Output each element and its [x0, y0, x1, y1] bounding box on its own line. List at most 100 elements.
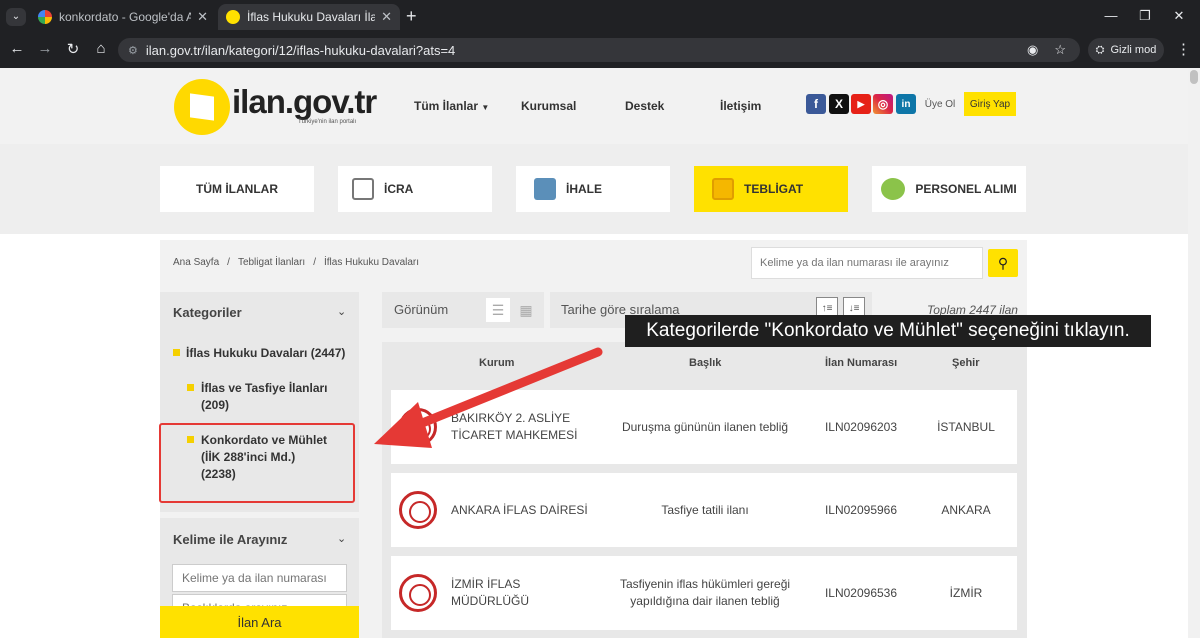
category-personel[interactable]: PERSONEL ALIMI [872, 166, 1026, 212]
instruction-tooltip: Kategorilerde "Konkordato ve Mühlet" seç… [625, 315, 1151, 347]
category-label: PERSONEL ALIMI [915, 182, 1017, 196]
row-baslik: Tasfiyenin iflas hükümleri gereği yapıld… [619, 577, 791, 608]
tab-list-button[interactable]: ⌄ [6, 8, 26, 26]
facebook-icon[interactable]: f [806, 94, 826, 114]
nav-iletisim[interactable]: İletişim [720, 99, 761, 113]
chevron-down-icon[interactable]: ⌄ [337, 305, 346, 318]
restore-icon[interactable]: ❐ [1130, 8, 1160, 24]
incognito-badge[interactable]: ⛭ Gizli mod [1088, 38, 1164, 62]
x-twitter-icon[interactable]: X [829, 94, 849, 114]
institution-seal-icon [399, 491, 437, 529]
category-sublabel: (İİK 288'inci Md.) [201, 450, 296, 464]
browser-menu-icon[interactable]: ⋮ [1176, 40, 1191, 58]
category-tebligat[interactable]: TEBLİGAT [694, 166, 848, 212]
page-scrollbar[interactable] [1188, 68, 1200, 638]
row-sehir: İZMİR [949, 585, 983, 600]
breadcrumb-separator: / [227, 257, 230, 268]
ilan-favicon-icon [226, 10, 240, 24]
table-row[interactable]: ANKARA İFLAS DAİRESİ Tasfiye tatili ilan… [391, 473, 1017, 547]
category-all-listings[interactable]: TÜM İLANLAR [160, 166, 314, 212]
tracking-eye-icon[interactable]: ◉ [1027, 42, 1038, 58]
tebligat-icon [712, 178, 734, 200]
row-kurum: İZMİR İFLAS MÜDÜRLÜĞÜ [451, 577, 529, 608]
bullet-icon [187, 436, 194, 443]
logo-mark-icon [174, 79, 230, 135]
breadcrumb-separator: / [313, 257, 316, 268]
breadcrumb: Ana Sayfa / Tebligat İlanları / İflas Huku… [173, 257, 419, 268]
tab-ilan-gov[interactable]: İflas Hukuku Davaları İlanları - İ ✕ [218, 4, 400, 30]
register-button[interactable]: Üye Ol [921, 92, 959, 116]
table-row[interactable]: İZMİR İFLAS MÜDÜRLÜĞÜ Tasfiyenin iflas h… [391, 556, 1017, 630]
close-tab-icon[interactable]: ✕ [381, 9, 392, 25]
linkedin-icon[interactable]: in [896, 94, 916, 114]
close-tab-icon[interactable]: ✕ [197, 9, 208, 25]
column-header-ilan-no: İlan Numarası [825, 357, 898, 369]
address-bar[interactable]: ⚙ ilan.gov.tr/ilan/kategori/12/iflas-huk… [118, 38, 1080, 62]
category-label: Konkordato ve Mühlet [201, 433, 328, 447]
category-label: TÜM İLANLAR [196, 182, 278, 196]
bullet-icon [187, 384, 194, 391]
search-button[interactable]: ⚲ [988, 249, 1018, 277]
site-logo[interactable]: ilan.gov.tr Türkiye'nin ilan portalı [174, 79, 377, 135]
ihale-icon [534, 178, 556, 200]
keyword-input[interactable] [172, 564, 347, 592]
bookmark-star-icon[interactable]: ☆ [1054, 42, 1066, 58]
row-baslik: Tasfiye tatili ilanı [661, 502, 749, 517]
instruction-arrow [374, 347, 603, 448]
search-input[interactable] [751, 247, 983, 279]
institution-seal-icon [399, 574, 437, 612]
personel-icon [881, 178, 906, 200]
home-icon[interactable]: ⌂ [91, 40, 111, 57]
incognito-icon: ⛭ [1095, 43, 1105, 56]
list-view-icon[interactable]: ☰ [486, 298, 510, 322]
logo-tagline: Türkiye'nin ilan portalı [298, 119, 357, 125]
category-ihale[interactable]: İHALE [516, 166, 670, 212]
nav-all-listings[interactable]: Tüm İlanlar ▼ [414, 99, 489, 113]
new-tab-button[interactable]: + [406, 6, 417, 27]
categories-title[interactable]: Kategoriler [173, 305, 242, 320]
tab-title: İflas Hukuku Davaları İlanları - İ [247, 10, 376, 24]
search-listings-button[interactable]: İlan Ara [160, 606, 359, 638]
login-button[interactable]: Giriş Yap [964, 92, 1016, 116]
row-sehir: ANKARA [941, 502, 991, 517]
scrollbar-thumb[interactable] [1190, 70, 1198, 84]
youtube-icon[interactable]: ▶ [851, 94, 871, 114]
keyword-title[interactable]: Kelime ile Arayınız [173, 532, 287, 547]
row-ilan-no: ILN02095966 [824, 502, 898, 517]
browser-chrome: ⌄ konkordato - Google'da Ara ✕ İflas Huk… [0, 0, 1200, 68]
site-info-icon[interactable]: ⚙ [128, 44, 138, 57]
row-ilan-no: ILN02096203 [824, 419, 898, 434]
tab-title: konkordato - Google'da Ara [59, 10, 192, 24]
google-icon [38, 10, 52, 24]
caret-down-icon: ▼ [481, 103, 490, 112]
breadcrumb-home[interactable]: Ana Sayfa [173, 257, 219, 268]
tab-google-search[interactable]: konkordato - Google'da Ara ✕ [30, 4, 216, 30]
breadcrumb-current: İflas Hukuku Davaları [323, 257, 420, 268]
incognito-label: Gizli mod [1110, 44, 1157, 56]
chevron-down-icon[interactable]: ⌄ [337, 532, 346, 545]
grid-view-icon[interactable]: ▦ [514, 298, 538, 322]
url-text: ilan.gov.tr/ilan/kategori/12/iflas-hukuk… [145, 42, 456, 58]
row-ilan-no: ILN02096536 [824, 585, 898, 600]
view-label: Görünüm [394, 302, 449, 317]
reload-icon[interactable]: ↻ [63, 40, 83, 58]
nav-destek[interactable]: Destek [625, 99, 664, 113]
category-count: (209) [201, 398, 230, 412]
instagram-icon[interactable]: ◎ [873, 94, 893, 114]
forward-icon[interactable]: → [35, 40, 55, 57]
category-konkordato[interactable]: Konkordato ve Mühlet (İİK 288'inci Md.) … [201, 432, 327, 483]
close-window-icon[interactable]: ✕ [1164, 8, 1194, 24]
category-label: İCRA [384, 182, 414, 196]
search-icon: ⚲ [997, 254, 1009, 271]
nav-kurumsal[interactable]: Kurumsal [521, 99, 576, 113]
category-root-item[interactable]: İflas Hukuku Davaları (2447) [186, 345, 345, 362]
minimize-icon[interactable]: — [1096, 8, 1126, 23]
breadcrumb-tebligat[interactable]: Tebligat İlanları [238, 257, 305, 268]
back-icon[interactable]: ← [7, 40, 27, 57]
nav-label: Tüm İlanlar [414, 99, 479, 113]
category-icra[interactable]: İCRA [338, 166, 492, 212]
category-iflas-tasfiye[interactable]: İflas ve Tasfiye İlanları (209) [201, 380, 328, 414]
logo-text: ilan.gov.tr [232, 83, 377, 120]
row-kurum: ANKARA İFLAS DAİRESİ [451, 502, 588, 517]
column-header-sehir: Şehir [952, 357, 980, 369]
